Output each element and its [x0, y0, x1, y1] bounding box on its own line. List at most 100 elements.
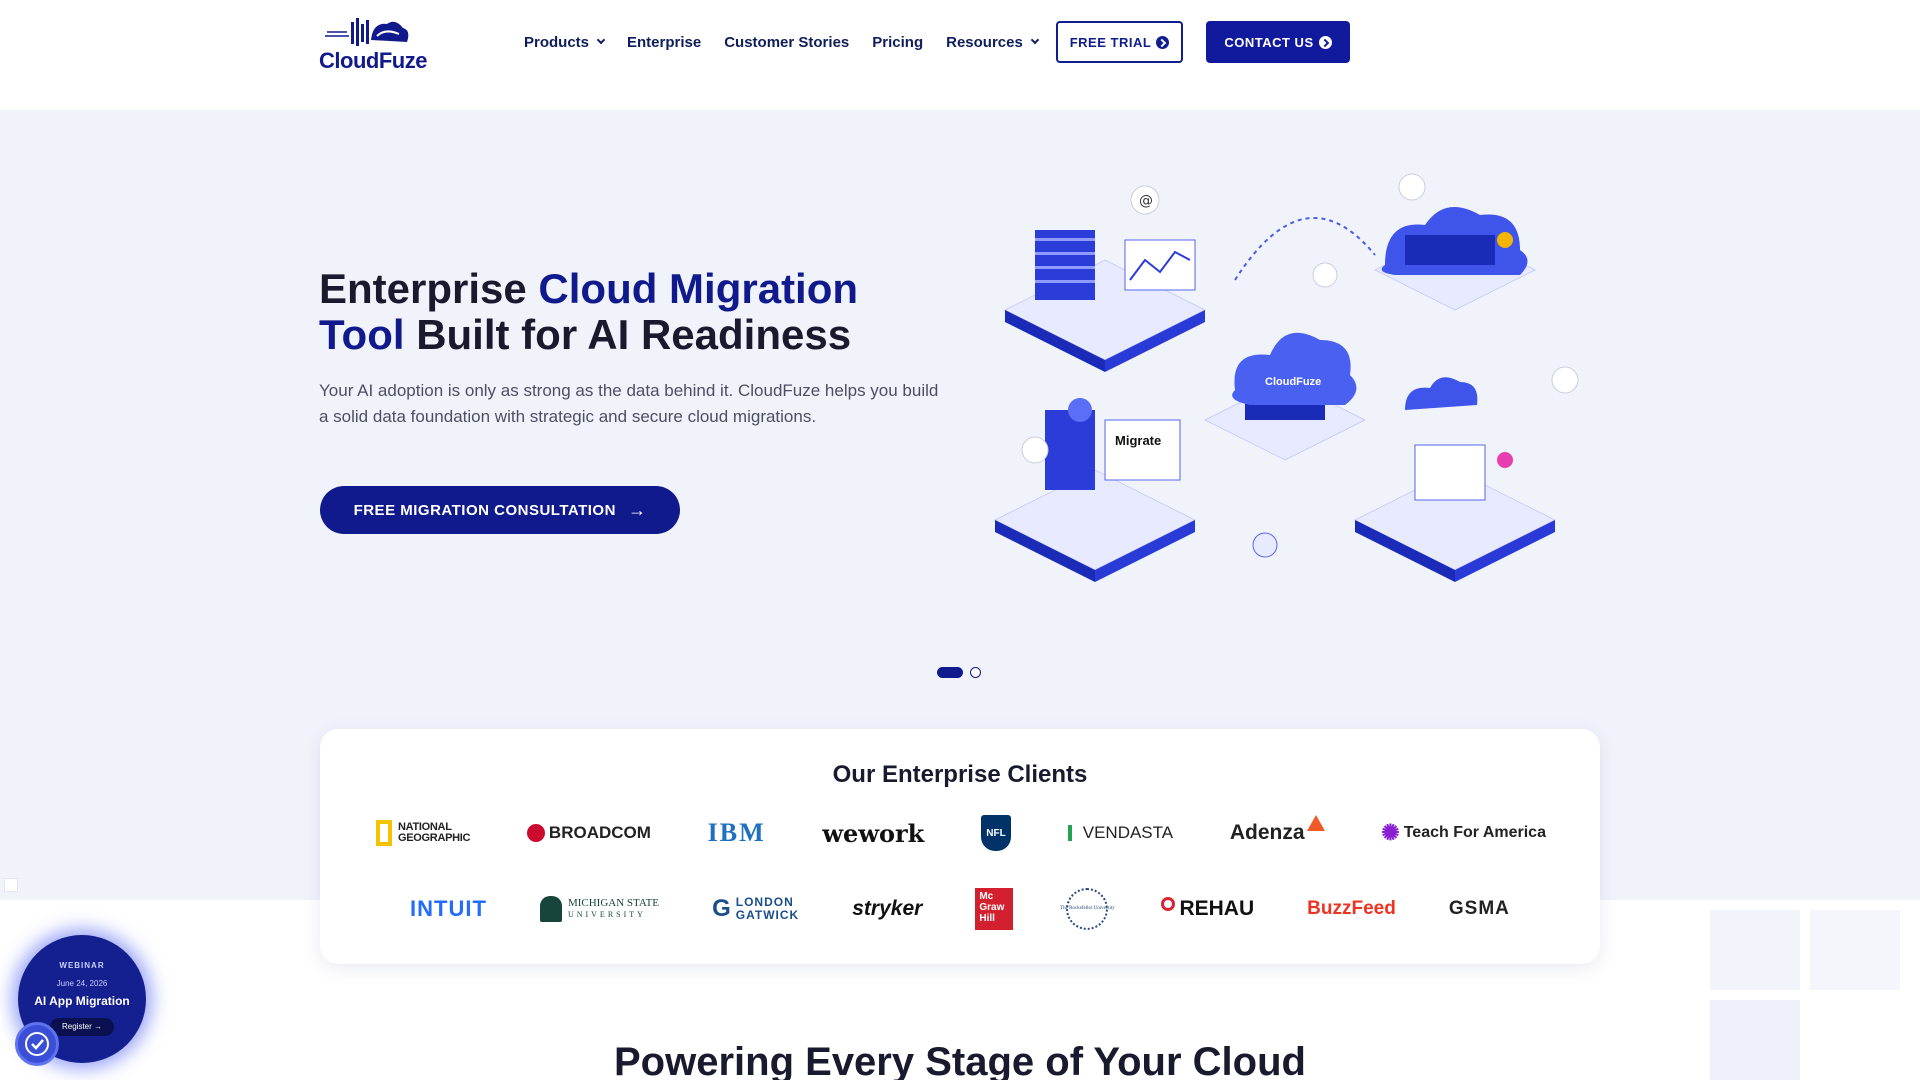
- free-migration-consultation-button[interactable]: FREE MIGRATION CONSULTATION →: [320, 486, 680, 534]
- gatwick-line2: GATWICK: [735, 908, 800, 922]
- client-logo-rehau: REHAU: [1161, 897, 1254, 921]
- wework-name: wework: [822, 818, 925, 848]
- fingerprint-icon: [1252, 532, 1278, 558]
- nav-products[interactable]: Products: [524, 33, 606, 51]
- carousel-dot-2[interactable]: [970, 667, 981, 678]
- client-logo-mcgraw-hill: Mc Graw Hill: [975, 888, 1014, 930]
- clipboard-icon: [1398, 173, 1426, 201]
- illus-cloud-label: CloudFuze: [1265, 376, 1321, 388]
- hero-title-accent2: Tool: [319, 311, 405, 358]
- natgeo-frame-icon: [376, 820, 392, 846]
- nav-products-label: Products: [524, 33, 590, 51]
- webinar-tag: WEBINAR: [59, 961, 105, 970]
- illus-migrate-label: Migrate: [1115, 433, 1161, 448]
- enterprise-clients-card: Our Enterprise Clients NATIONAL GEOGRAPH…: [320, 729, 1600, 964]
- tfa-star-icon: ✺: [1381, 820, 1400, 845]
- msu-line1: MICHIGAN STATE: [567, 897, 660, 909]
- hero-title-part1: Enterprise: [319, 265, 539, 312]
- client-logo-national-geographic: NATIONAL GEOGRAPHIC: [376, 820, 470, 846]
- timer-icon: [1312, 262, 1338, 288]
- tfa-name: Teach For America: [1403, 824, 1546, 841]
- platform-servers: [1003, 230, 1207, 372]
- adenza-triangle-icon: [1306, 815, 1325, 831]
- nfl-shield: NFL: [981, 815, 1011, 851]
- client-logo-rockefeller: The Rockefeller University: [1060, 888, 1115, 930]
- client-logo-broadcom: BROADCOM: [526, 823, 651, 843]
- client-logo-wework: wework: [822, 819, 924, 848]
- ibm-name: IBM: [707, 818, 766, 847]
- chevron-down-icon: [1030, 35, 1040, 45]
- webinar-title: AI App Migration: [34, 994, 130, 1008]
- nav-customer-stories[interactable]: Customer Stories: [724, 34, 849, 51]
- msu-line2: UNIVERSITY: [567, 910, 646, 919]
- rehau-mark-icon: [1161, 897, 1176, 911]
- free-trial-label: FREE TRIAL: [1069, 34, 1152, 50]
- nav-pricing-label: Pricing: [872, 33, 924, 51]
- clients-row-1: NATIONAL GEOGRAPHIC BROADCOM IBM wework …: [376, 811, 1546, 855]
- platform-migrate: Migrate: [993, 398, 1197, 582]
- link-icon: [1021, 436, 1049, 464]
- adenza-name: Adenza: [1229, 821, 1305, 844]
- nav-customer-stories-label: Customer Stories: [724, 33, 850, 51]
- accessibility-button[interactable]: [15, 1022, 59, 1066]
- client-logo-gsma: GSMA: [1449, 898, 1510, 920]
- hero-title-accent1: Cloud Migration: [538, 265, 859, 312]
- intuit-name: INTUIT: [410, 896, 487, 921]
- client-logo-buzzfeed: BuzzFeed: [1307, 898, 1396, 920]
- client-logo-intuit: INTUIT: [410, 896, 487, 922]
- gsma-name: GSMA: [1448, 898, 1510, 919]
- platform-analyst: [1353, 377, 1557, 582]
- broadcom-mark-icon: [526, 824, 545, 842]
- hero-title-part2: Built for AI Readiness: [404, 311, 852, 358]
- contact-us-button[interactable]: CONTACT US: [1206, 21, 1350, 63]
- spartan-helmet-icon: [539, 896, 562, 922]
- arrow-circle-icon: [1156, 35, 1170, 49]
- client-logo-ibm: IBM: [708, 818, 766, 848]
- accessibility-icon: [25, 1032, 49, 1056]
- platform-cloud-servers: [1373, 207, 1537, 311]
- contact-us-label: CONTACT US: [1224, 34, 1314, 50]
- carousel-dot-1[interactable]: [937, 667, 963, 678]
- natgeo-line2: GEOGRAPHIC: [398, 832, 471, 844]
- client-logo-nfl: NFL: [981, 815, 1011, 851]
- nav-resources-label: Resources: [946, 33, 1023, 51]
- chevron-down-icon: [596, 35, 606, 45]
- rehau-name: REHAU: [1179, 897, 1255, 920]
- cloud-migration-illustration: CloudFuze Migrate @: [993, 173, 1579, 582]
- webinar-register-button[interactable]: Register →: [50, 1018, 114, 1036]
- mcgraw-line1: Mc: [979, 891, 994, 902]
- logo-wave-icon: [325, 18, 409, 46]
- logo-text: CloudFuze: [319, 48, 427, 73]
- gatwick-g-icon: G: [712, 895, 731, 922]
- vendasta-mark-icon: [1067, 825, 1080, 841]
- mcgraw-line2: Graw: [979, 902, 1005, 913]
- platform-cloudfuze-chip: CloudFuze: [1203, 332, 1367, 461]
- client-logo-vendasta: VENDASTA: [1067, 823, 1174, 843]
- mcgraw-line3: Hill: [979, 913, 995, 924]
- main-nav: Products Enterprise Customer Stories Pri…: [524, 30, 1061, 54]
- nav-enterprise[interactable]: Enterprise: [627, 34, 701, 51]
- webinar-date: June 24, 2026: [56, 979, 108, 988]
- client-logo-adenza: Adenza: [1229, 815, 1325, 845]
- nav-pricing[interactable]: Pricing: [872, 34, 923, 51]
- client-logo-michigan-state: MICHIGAN STATE UNIVERSITY: [539, 896, 660, 922]
- hero-description: Your AI adoption is only as strong as th…: [319, 381, 939, 426]
- clients-row-2: INTUIT MICHIGAN STATE UNIVERSITY G LONDO…: [410, 887, 1510, 931]
- nav-resources[interactable]: Resources: [946, 33, 1040, 51]
- hero-cta-label: FREE MIGRATION CONSULTATION: [353, 501, 616, 519]
- at-glyph: @: [1139, 193, 1153, 209]
- vendasta-name: VENDASTA: [1082, 823, 1174, 842]
- free-trial-button[interactable]: FREE TRIAL: [1056, 21, 1183, 63]
- small-widget[interactable]: [4, 878, 18, 892]
- cloudfuze-logo[interactable]: CloudFuze: [319, 14, 429, 74]
- arrow-right-icon: →: [627, 499, 647, 520]
- hero-title: Enterprise Cloud Migration Tool Built fo…: [319, 266, 919, 358]
- buzzfeed-name: BuzzFeed: [1307, 898, 1396, 919]
- client-logo-london-gatwick: G LONDON GATWICK: [712, 895, 799, 923]
- client-logo-teach-for-america: ✺ Teach For America: [1381, 820, 1546, 846]
- section-title-powering: Powering Every Stage of Your Cloud: [614, 1040, 1306, 1080]
- arrow-circle-icon: [1318, 35, 1332, 49]
- site-header: CloudFuze Products Enterprise Customer S…: [0, 0, 1920, 110]
- clients-title: Our Enterprise Clients: [832, 761, 1088, 788]
- client-logo-stryker: stryker: [852, 897, 922, 921]
